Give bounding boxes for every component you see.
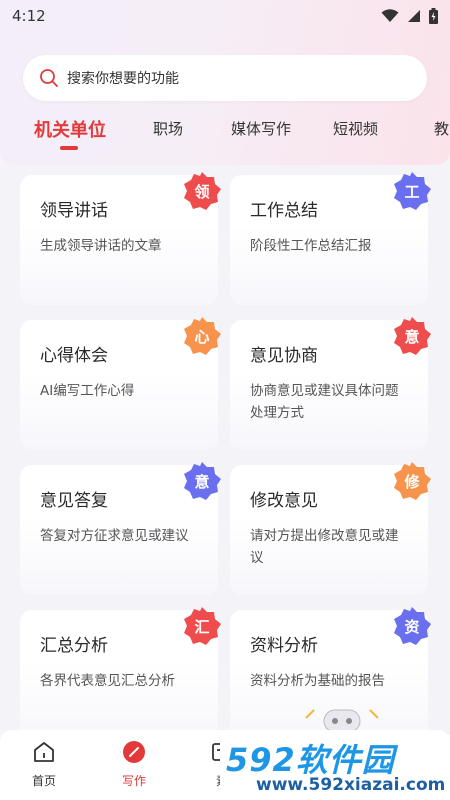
search-placeholder: 搜索你想要的功能 xyxy=(67,71,179,87)
card-description: 生成领导讲话的文章 xyxy=(40,238,162,254)
card-yijian-xieshang[interactable]: 意见协商 协商意见或建议具体问题处理方式 意 xyxy=(230,317,431,450)
card-badge: 领 xyxy=(182,171,222,211)
card-lingdao-jianghua[interactable]: 领导讲话 生成领导讲话的文章 领 xyxy=(20,172,221,305)
active-tab-indicator xyxy=(60,146,78,150)
search-input[interactable]: 搜索你想要的功能 xyxy=(23,55,427,101)
card-description: 请对方提出修改意见或建议 xyxy=(250,528,399,566)
card-description: 答复对方征求意见或建议 xyxy=(40,528,189,544)
card-badge: 资 xyxy=(392,606,432,646)
card-badge: 修 xyxy=(392,461,432,501)
status-time: 4:12 xyxy=(12,7,46,25)
signal-icon xyxy=(408,10,420,22)
home-icon xyxy=(34,742,54,762)
nav-home[interactable]: 首页 xyxy=(14,740,74,789)
card-xinde-tihui[interactable]: 心得体会 AI编写工作心得 心 xyxy=(20,317,221,450)
wifi-icon xyxy=(381,9,399,22)
watermark-overlay: 592软件园 www.592xiazai.com xyxy=(220,735,450,800)
tab-jiao[interactable]: 教 xyxy=(434,118,449,139)
card-badge: 意 xyxy=(392,316,432,356)
card-yijian-dafu[interactable]: 意见答复 答复对方征求意见或建议 意 xyxy=(20,462,221,595)
card-badge: 工 xyxy=(392,171,432,211)
watermark-url: www.592xiazai.com xyxy=(256,775,446,795)
nav-writing[interactable]: 写作 xyxy=(104,740,164,789)
battery-icon xyxy=(429,8,438,24)
card-gongzuo-zongjie[interactable]: 工作总结 阶段性工作总结汇报 工 xyxy=(230,172,431,305)
card-description: AI编写工作心得 xyxy=(40,383,135,399)
search-icon xyxy=(40,69,58,87)
status-icons xyxy=(381,8,438,24)
card-description: 协商意见或建议具体问题处理方式 xyxy=(250,383,399,421)
card-badge: 意 xyxy=(182,461,222,501)
tab-duan-shipin[interactable]: 短视频 xyxy=(333,118,378,139)
card-description: 资料分析为基础的报告 xyxy=(250,673,385,689)
category-tabs: 机关单位 职场 媒体写作 短视频 教 xyxy=(0,114,450,154)
card-description: 各界代表意见汇总分析 xyxy=(40,673,175,689)
card-huizong-fenxi[interactable]: 汇总分析 各界代表意见汇总分析 汇 xyxy=(20,607,221,740)
tab-zhichang[interactable]: 职场 xyxy=(153,118,183,139)
pen-icon xyxy=(123,741,145,763)
card-description: 阶段性工作总结汇报 xyxy=(250,238,372,254)
tab-jiguan-danwei[interactable]: 机关单位 xyxy=(34,116,106,142)
card-badge: 心 xyxy=(182,316,222,356)
card-xiugai-yijian[interactable]: 修改意见 请对方提出修改意见或建议 修 xyxy=(230,462,431,595)
card-badge: 汇 xyxy=(182,606,222,646)
status-bar: 4:12 xyxy=(0,0,450,32)
tab-meiti-xiezuo[interactable]: 媒体写作 xyxy=(231,118,291,139)
